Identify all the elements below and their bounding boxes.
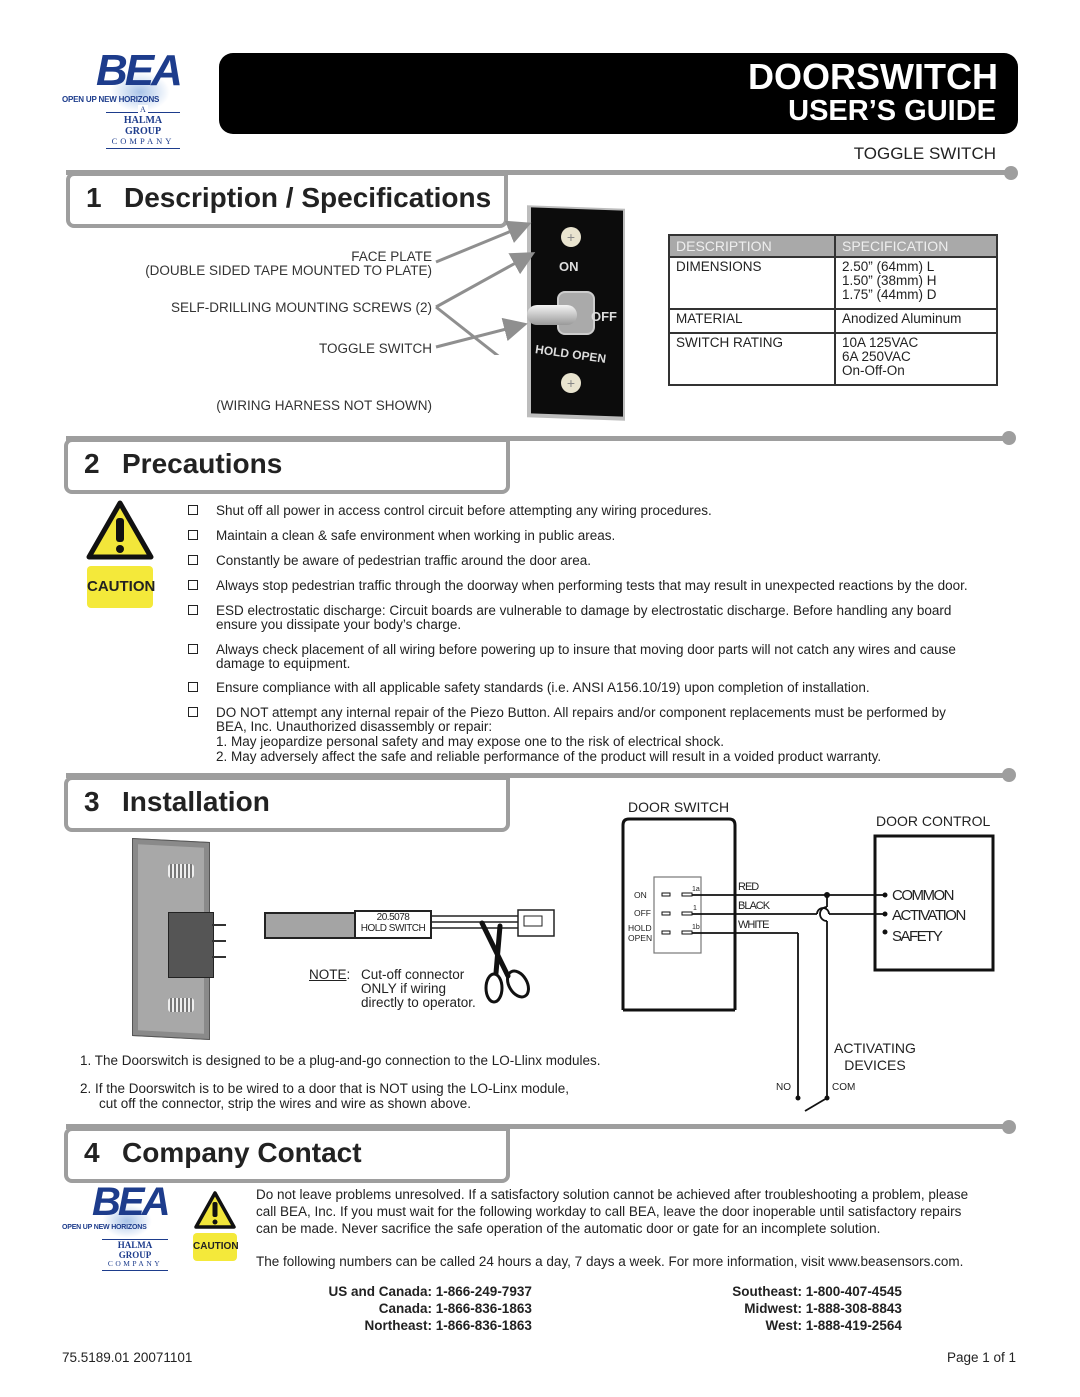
section-2-header: 2 Precautions bbox=[64, 438, 510, 494]
phone-row: Northeast: 1-866-836-1863 bbox=[364, 1318, 532, 1333]
screw-icon bbox=[168, 998, 194, 1012]
wiring-harness bbox=[264, 912, 358, 939]
checkbox-icon bbox=[188, 707, 198, 717]
checkbox-icon bbox=[188, 644, 198, 654]
phone-row: US and Canada: 1-866-249-7937 bbox=[328, 1284, 532, 1299]
checkbox-icon bbox=[188, 605, 198, 615]
contact-paragraph-2: The following numbers can be called 24 h… bbox=[256, 1254, 964, 1269]
doc-number: 75.5189.01 20071101 bbox=[62, 1350, 193, 1365]
section-divider-dot bbox=[1002, 1120, 1016, 1134]
phone-row: Southeast: 1-800-407-4545 bbox=[732, 1284, 902, 1299]
caution-badge: CAUTION bbox=[193, 1233, 239, 1261]
caution-badge: CAUTION bbox=[87, 566, 155, 608]
install-step-1: 1. The Doorswitch is designed to be a pl… bbox=[80, 1053, 601, 1068]
section-divider-dot bbox=[1004, 166, 1018, 180]
harness-label: 20.5078 HOLD SWITCH bbox=[354, 910, 432, 939]
wire-red-label: RED bbox=[738, 881, 759, 893]
install-step-2-cont: cut off the connector, strip the wires a… bbox=[99, 1096, 471, 1111]
scissors-icon bbox=[479, 920, 530, 1004]
terminal-common: COMMON bbox=[892, 887, 955, 904]
phone-row: West: 1-888-419-2564 bbox=[765, 1318, 902, 1333]
table-row: MATERIAL Anodized Aluminum bbox=[668, 308, 998, 334]
checkbox-icon bbox=[188, 682, 198, 692]
doc-title: DOORSWITCH bbox=[748, 56, 998, 97]
terminal-activation: ACTIVATION bbox=[892, 907, 966, 924]
spec-header-specification: SPECIFICATION bbox=[834, 234, 998, 258]
checkbox-icon bbox=[188, 530, 198, 540]
switch-side-view-illustration bbox=[128, 837, 228, 1041]
wire-white-label: WHITE bbox=[738, 919, 769, 931]
section-title: Company Contact bbox=[122, 1137, 362, 1168]
section-title: Precautions bbox=[122, 448, 283, 479]
screw-icon: + bbox=[561, 373, 581, 393]
door-switch-label: DOOR SWITCH bbox=[628, 799, 730, 815]
precautions-list: Shut off all power in access control cir… bbox=[188, 504, 1018, 774]
page-indicator: Page 1 of 1 bbox=[946, 1350, 1016, 1365]
wire-black-label: BLACK bbox=[738, 900, 770, 912]
label-wiring-harness: (WIRING HARNESS NOT SHOWN) bbox=[216, 398, 432, 413]
table-row: SWITCH RATING 10A 125VAC 6A 250VAC On-Off-… bbox=[668, 332, 998, 386]
halma-company-text: COMPANY bbox=[111, 136, 175, 146]
logo-wordmark: BEA bbox=[96, 46, 183, 95]
switch-body bbox=[168, 912, 214, 978]
section-divider-dot bbox=[1002, 431, 1016, 445]
toggle-switch-illustration: + ON OFF HOLD OPEN + bbox=[525, 205, 633, 427]
label-face-plate: FACE PLATE bbox=[351, 249, 432, 264]
checkbox-icon bbox=[188, 580, 198, 590]
label-screws: SELF-DRILLING MOUNTING SCREWS (2) bbox=[170, 300, 432, 315]
halma-block: A HALMA GROUP COMPANY bbox=[106, 105, 180, 149]
section-4-header: 4 Company Contact bbox=[64, 1127, 510, 1183]
logo-tagline: OPEN UP NEW HORIZONS bbox=[62, 95, 160, 104]
title-banner: DOORSWITCH USER’S GUIDE bbox=[219, 53, 1018, 134]
phone-row: Canada: 1-866-836-1863 bbox=[378, 1301, 532, 1316]
screw-icon bbox=[168, 864, 194, 878]
terminal-safety: SAFETY bbox=[892, 928, 943, 945]
checkbox-icon bbox=[188, 555, 198, 565]
contact-paragraph-1: Do not leave problems unresolved. If a s… bbox=[256, 1187, 969, 1236]
phone-list-left: US and Canada: 1-866-249-7937 Canada: 1-… bbox=[300, 1284, 600, 1335]
section-divider-dot bbox=[1002, 768, 1016, 782]
spec-table: DESCRIPTION SPECIFICATION DIMENSIONS 2.5… bbox=[668, 234, 998, 386]
screw-icon: + bbox=[561, 227, 581, 247]
section-3-header: 3 Installation bbox=[64, 776, 510, 832]
bea-logo: BEA OPEN UP NEW HORIZONS A HALMA GROUP C… bbox=[60, 46, 195, 149]
halma-group-text: HALMA GROUP bbox=[123, 115, 163, 137]
section-title: Description / Specifications bbox=[124, 182, 492, 213]
cutoff-note: NOTE: Cut-off connector ONLY if wiring d… bbox=[309, 967, 476, 1010]
note-label: NOTE bbox=[309, 967, 347, 982]
checkbox-icon bbox=[188, 505, 198, 515]
table-row: DIMENSIONS 2.50” (64mm) L 1.50” (38mm) H1… bbox=[668, 256, 998, 310]
doc-subtitle: USER’S GUIDE bbox=[788, 95, 996, 127]
label-toggle-switch: TOGGLE SWITCH bbox=[318, 341, 432, 356]
section-title: Installation bbox=[122, 786, 270, 817]
warning-triangle-icon bbox=[194, 1191, 236, 1229]
phone-list-right: Southeast: 1-800-407-4545 Midwest: 1-888… bbox=[680, 1284, 980, 1335]
activating-devices-label: ACTIVATING DEVICES bbox=[834, 1040, 916, 1073]
phone-row: Midwest: 1-888-308-8843 bbox=[744, 1301, 902, 1316]
wiring-diagram bbox=[621, 817, 995, 1112]
bea-logo-small: BEA OPEN UP NEW HORIZONS HALMA GROUP COM… bbox=[62, 1180, 182, 1271]
callout-arrows bbox=[435, 220, 536, 355]
product-name: TOGGLE SWITCH bbox=[853, 144, 996, 163]
label-face-plate-note: (DOUBLE SIDED TAPE MOUNTED TO PLATE) bbox=[145, 263, 432, 278]
warning-triangle-icon bbox=[86, 500, 154, 560]
spec-header-description: DESCRIPTION bbox=[668, 234, 836, 258]
